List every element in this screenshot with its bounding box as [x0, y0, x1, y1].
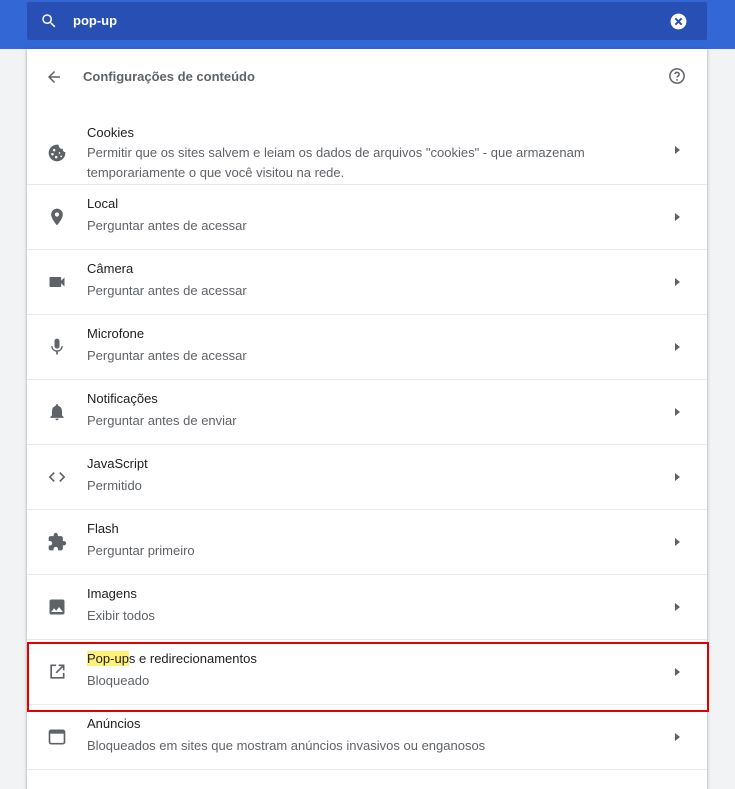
search-match-highlight: Pop-up [87, 651, 129, 666]
chevron-right-icon [675, 538, 680, 546]
list-item-notifications[interactable]: Notificações Perguntar antes de enviar [27, 380, 707, 445]
list-item-title: Flash [87, 521, 119, 536]
list-item-subtitle: Exibir todos [87, 608, 155, 623]
list-item-subtitle: Perguntar antes de acessar [87, 283, 247, 298]
code-icon [48, 472, 66, 482]
search-field[interactable]: pop-up [27, 2, 707, 40]
ads-window-icon [48, 729, 66, 745]
list-item-subtitle: Perguntar antes de acessar [87, 348, 247, 363]
chevron-right-icon [675, 408, 680, 416]
list-item-flash[interactable]: Flash Perguntar primeiro [27, 510, 707, 575]
chevron-right-icon [675, 343, 680, 351]
chevron-right-icon [675, 213, 680, 221]
search-icon [42, 14, 56, 28]
camera-icon [49, 277, 65, 287]
help-icon[interactable] [668, 67, 686, 85]
list-item-cookies[interactable]: Cookies Permitir que os sites salvem e l… [27, 115, 707, 185]
list-item-title-rest: s e redirecionamentos [128, 651, 257, 666]
content-settings-card: Configurações de conteúdo Cookies Permit… [27, 49, 707, 789]
list-item-title: Microfone [87, 326, 145, 341]
list-item-ads[interactable]: Anúncios Bloqueados em sites que mostram… [27, 705, 707, 770]
card-header: Configurações de conteúdo [27, 49, 707, 105]
list-item-title: Anúncios [87, 716, 141, 731]
page-title: Configurações de conteúdo [83, 69, 255, 84]
list-item-javascript[interactable]: JavaScript Permitido [27, 445, 707, 510]
list-item-microphone[interactable]: Microfone Perguntar antes de acessar [27, 315, 707, 380]
list-item-local[interactable]: Local Perguntar antes de acessar [27, 185, 707, 250]
chevron-right-icon [675, 146, 680, 154]
chevron-right-icon [675, 278, 680, 286]
puzzle-icon [48, 532, 67, 551]
list-item-camera[interactable]: Câmera Perguntar antes de acessar [27, 250, 707, 315]
list-item-subtitle: Perguntar antes de enviar [87, 413, 237, 428]
settings-list: Cookies Permitir que os sites salvem e l… [27, 115, 707, 770]
list-item-subtitle: Permitir que os sites salvem e leiam os … [87, 145, 585, 180]
location-pin-icon [51, 208, 63, 226]
list-item-title: Cookies [87, 125, 134, 140]
list-item-images[interactable]: Imagens Exibir todos [27, 575, 707, 640]
list-item-title: Pop-ups e redirecionamentos [87, 651, 257, 666]
open-in-new-icon [50, 664, 65, 679]
chevron-right-icon [675, 473, 680, 481]
chevron-right-icon [675, 733, 680, 741]
list-item-title: Imagens [87, 586, 137, 601]
top-toolbar: pop-up [0, 0, 735, 49]
list-item-subtitle: Permitido [87, 478, 142, 493]
list-item-subtitle: Perguntar primeiro [87, 543, 195, 558]
list-item-title: Câmera [87, 261, 134, 276]
list-item-subtitle: Bloqueado [87, 673, 150, 688]
list-item-popups[interactable]: Pop-ups e redirecionamentos Bloqueado [27, 640, 707, 705]
cookie-icon [48, 144, 66, 162]
list-item-subtitle: Bloqueados em sites que mostram anúncios… [87, 738, 486, 753]
microphone-icon [51, 338, 63, 355]
image-icon [49, 599, 65, 615]
list-item-subtitle: Perguntar antes de acessar [87, 218, 247, 233]
clear-search-icon[interactable] [669, 12, 688, 31]
list-item-title: JavaScript [87, 456, 148, 471]
chevron-right-icon [675, 668, 680, 676]
back-arrow-icon[interactable] [45, 68, 63, 86]
list-item-title: Notificações [87, 391, 158, 406]
list-item-title: Local [87, 196, 119, 211]
search-input[interactable]: pop-up [73, 13, 117, 28]
bell-icon [50, 404, 64, 421]
chevron-right-icon [675, 603, 680, 611]
